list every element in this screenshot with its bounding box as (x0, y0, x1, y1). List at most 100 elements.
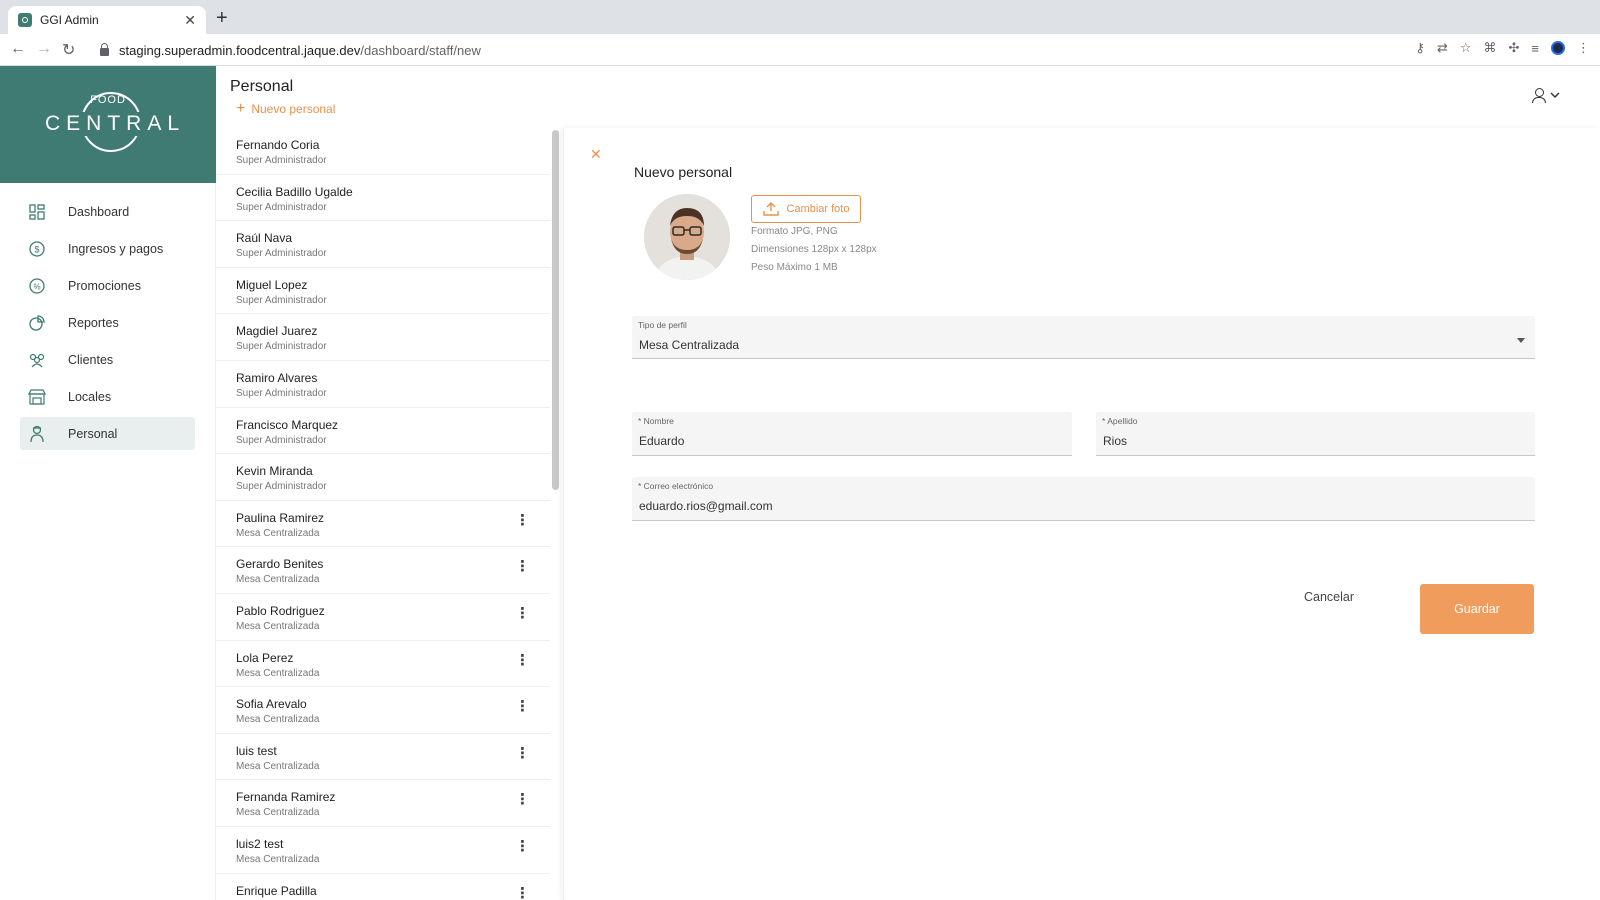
url-path: /dashboard/staff/new (360, 42, 481, 58)
list-item[interactable]: Francisco Marquez Super Administrador (216, 408, 550, 455)
back-icon[interactable]: ← (10, 40, 26, 58)
more-options-icon[interactable]: ⋮ (515, 605, 530, 622)
staff-role: Super Administrador (236, 387, 327, 399)
staff-name: luis2 test (236, 836, 284, 851)
clients-icon (28, 351, 46, 369)
close-tab-icon[interactable]: ✕ (184, 12, 196, 29)
upload-icon (762, 202, 779, 216)
reload-icon[interactable]: ↻ (62, 40, 75, 60)
more-options-icon[interactable]: ⋮ (515, 838, 530, 855)
sidebar-item-locales[interactable]: Locales (20, 380, 195, 413)
list-item[interactable]: luis test Mesa Centralizada ⋮ (216, 734, 550, 781)
close-icon[interactable]: ✕ (590, 146, 602, 163)
staff-role: Super Administrador (236, 294, 327, 306)
staff-name: Cecilia Badillo Ugalde (236, 184, 353, 199)
last-name-input[interactable] (1103, 434, 1499, 448)
user-menu[interactable] (1532, 88, 1560, 103)
save-button[interactable]: Guardar (1420, 584, 1534, 634)
sidebar-item-ingresos[interactable]: $ Ingresos y pagos (20, 232, 195, 265)
list-item[interactable]: Kevin Miranda Super Administrador (216, 454, 550, 501)
chevron-down-icon (1550, 92, 1560, 99)
more-options-icon[interactable]: ⋮ (515, 792, 530, 808)
profile-avatar-icon[interactable] (1551, 41, 1565, 55)
email-input[interactable] (639, 499, 1452, 513)
list-item[interactable]: Lola Perez Mesa Centralizada ⋮ (216, 641, 550, 688)
extension-icons: ⚷ ⇄ ☆ ⌘ ✣ ≡ ⋮ (1415, 40, 1590, 56)
first-name-input[interactable] (639, 434, 1035, 448)
staff-list: Fernando Coria Super Administrador Cecili… (216, 128, 550, 900)
staff-role: Super Administrador (236, 481, 327, 493)
email-label: * Correo electrónico (638, 481, 714, 491)
browser-tab[interactable]: GGI Admin ✕ (8, 6, 206, 34)
page-header: Personal + Nuevo personal (216, 66, 1600, 128)
svg-text:$: $ (34, 244, 39, 254)
sidebar-item-label: Ingresos y pagos (68, 241, 164, 256)
list-item[interactable]: Pablo Rodriguez Mesa Centralizada ⋮ (216, 594, 550, 641)
change-photo-button[interactable]: Cambiar foto (751, 195, 861, 223)
staff-name: Enrique Padilla (236, 883, 317, 898)
list-item[interactable]: Raúl Nava Super Administrador (216, 221, 550, 268)
new-staff-panel: ✕ Nuevo personal Cambiar foto Formato JP… (563, 128, 1600, 900)
puzzle-icon[interactable]: ✣ (1509, 40, 1520, 56)
key-icon[interactable]: ⚷ (1415, 40, 1425, 56)
staff-role: Mesa Centralizada (236, 574, 320, 586)
staff-role: Mesa Centralizada (236, 853, 320, 865)
forward-icon[interactable]: → (36, 40, 52, 58)
cancel-button[interactable]: Cancelar (1304, 590, 1354, 604)
sidebar-item-dashboard[interactable]: Dashboard (20, 195, 195, 228)
list-item[interactable]: Fernando Coria Super Administrador (216, 128, 550, 175)
dashboard-icon (28, 203, 46, 221)
email-field[interactable]: * Correo electrónico (632, 477, 1535, 521)
list-item[interactable]: Magdiel Juarez Super Administrador (216, 314, 550, 361)
photo-format-hint: Formato JPG, PNG (751, 226, 838, 237)
staff-icon (28, 425, 46, 443)
staff-name: Gerardo Benites (236, 557, 324, 572)
photo-dimensions-hint: Dimensiones 128px x 128px (751, 244, 877, 255)
more-options-icon[interactable]: ⋮ (515, 745, 530, 762)
last-name-field[interactable]: * Apellido (1096, 412, 1535, 456)
sidebar-item-clientes[interactable]: Clientes (20, 343, 195, 376)
staff-name: Francisco Marquez (236, 417, 339, 432)
sidebar-item-label: Personal (68, 426, 118, 441)
sidebar-item-reportes[interactable]: Reportes (20, 306, 195, 339)
sidebar-item-personal[interactable]: Personal (20, 417, 195, 450)
new-staff-link[interactable]: + Nuevo personal (236, 100, 335, 117)
plus-icon: + (236, 100, 246, 117)
list-item[interactable]: Paulina Ramirez Mesa Centralizada ⋮ (216, 501, 550, 548)
more-options-icon[interactable]: ⋮ (515, 885, 530, 900)
list-item[interactable]: Cecilia Badillo Ugalde Super Administrado… (216, 175, 550, 222)
list-item[interactable]: Sofia Arevalo Mesa Centralizada ⋮ (216, 687, 550, 734)
list-item[interactable]: Miguel Lopez Super Administrador (216, 268, 550, 315)
browser-menu-icon[interactable]: ⋮ (1577, 40, 1590, 56)
profile-type-select[interactable]: Tipo de perfil Mesa Centralizada (632, 316, 1535, 359)
more-options-icon[interactable]: ⋮ (515, 699, 530, 715)
food-central-logo: FOOD CENTRAL (43, 90, 179, 160)
list-item[interactable]: Fernanda Ramirez Mesa Centralizada ⋮ (216, 780, 550, 827)
staff-role: Mesa Centralizada (236, 620, 320, 632)
first-name-label: * Nombre (638, 416, 674, 426)
sidebar-item-promociones[interactable]: % Promociones (20, 269, 195, 302)
reading-list-icon[interactable]: ≡ (1531, 41, 1539, 56)
new-tab-icon[interactable]: + (216, 8, 228, 28)
logo-area: FOOD CENTRAL (0, 66, 216, 183)
first-name-field[interactable]: * Nombre (632, 412, 1072, 456)
code-icon[interactable]: ⌘ (1484, 40, 1497, 56)
lock-icon (100, 43, 109, 56)
staff-name: Raúl Nava (236, 231, 293, 246)
profile-photo (644, 194, 730, 280)
staff-name: luis test (236, 743, 277, 758)
url-field[interactable]: staging.superadmin.foodcentral.jaque.dev… (92, 38, 1428, 62)
more-options-icon[interactable]: ⋮ (515, 559, 530, 575)
more-options-icon[interactable]: ⋮ (515, 652, 530, 669)
list-item[interactable]: luis2 test Mesa Centralizada ⋮ (216, 827, 550, 874)
list-item[interactable]: Ramiro Alvares Super Administrador (216, 361, 550, 408)
translate-icon[interactable]: ⇄ (1437, 40, 1448, 56)
list-item[interactable]: Enrique Padilla ⋮ (216, 874, 550, 900)
more-options-icon[interactable]: ⋮ (515, 512, 530, 529)
tab-title: GGI Admin (40, 13, 99, 27)
list-item[interactable]: Gerardo Benites Mesa Centralizada ⋮ (216, 547, 550, 594)
star-icon[interactable]: ☆ (1460, 40, 1472, 56)
staff-name: Miguel Lopez (236, 277, 308, 292)
sidebar-item-label: Promociones (68, 278, 141, 293)
staff-list-scrollbar[interactable] (552, 130, 559, 490)
